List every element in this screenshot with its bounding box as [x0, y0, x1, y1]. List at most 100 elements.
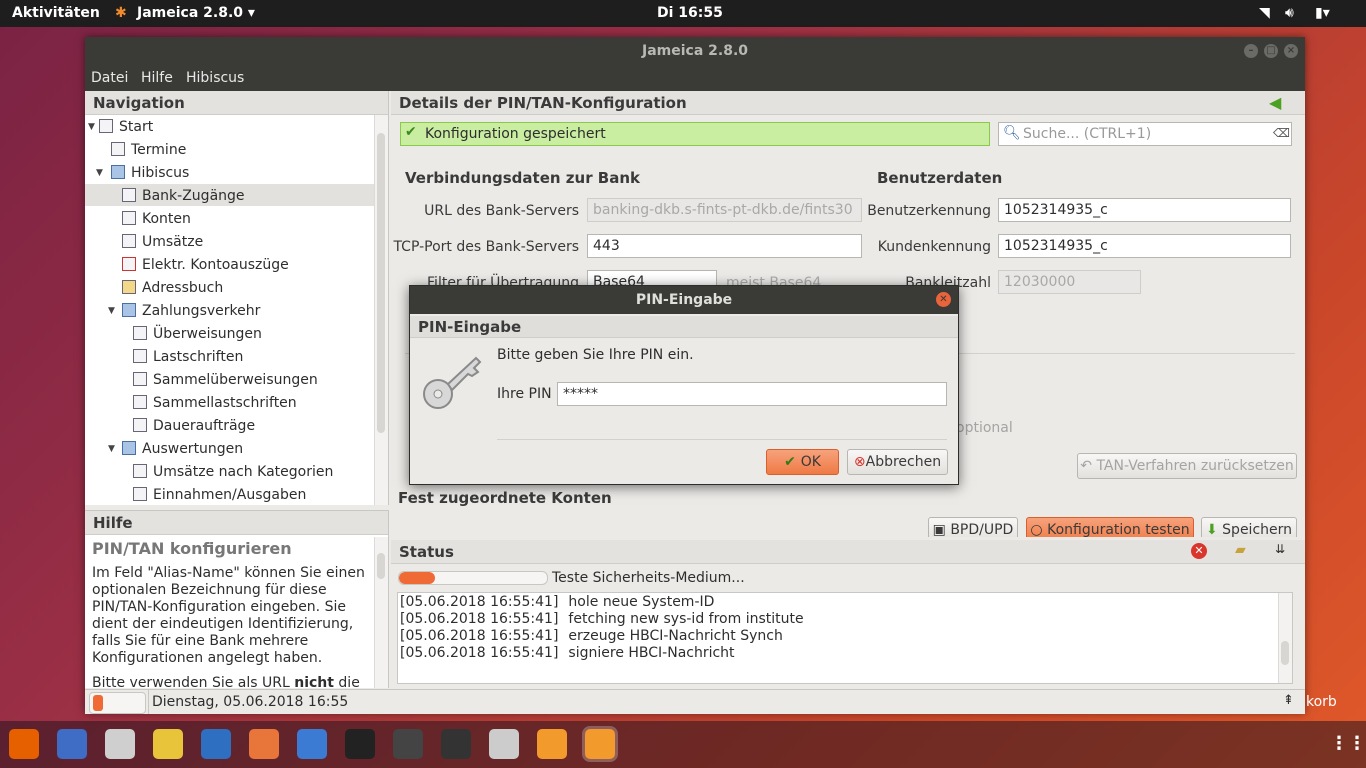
- item-icon: [111, 142, 125, 156]
- nav-item[interactable]: Start: [99, 116, 153, 138]
- user-field[interactable]: 1052314935_c: [998, 198, 1291, 222]
- volume-icon[interactable]: 🔊︎: [1285, 5, 1294, 21]
- nav-item-label: Einnahmen/Ausgaben: [153, 487, 307, 503]
- folder-icon[interactable]: ▰: [1235, 542, 1246, 558]
- progress-fill: [399, 572, 435, 584]
- nav-item[interactable]: Sammellastschriften: [133, 392, 297, 414]
- software-center-icon[interactable]: [249, 729, 279, 759]
- expand-log-icon[interactable]: ⇞: [1283, 693, 1294, 708]
- back-arrow-icon[interactable]: ◀: [1269, 93, 1281, 112]
- tree-expander-icon[interactable]: ▼: [88, 122, 95, 132]
- customer-label: Kundenkennung: [877, 239, 991, 255]
- settings-icon[interactable]: [393, 729, 423, 759]
- amazon-icon[interactable]: [345, 729, 375, 759]
- nav-item[interactable]: Sammelüberweisungen: [133, 369, 318, 391]
- show-apps-icon[interactable]: ⋮⋮⋮: [1330, 733, 1366, 754]
- cancel-icon: ⊗: [853, 454, 866, 470]
- folder-icon: [122, 303, 136, 317]
- accounts-section-title: Fest zugeordnete Konten: [398, 489, 612, 507]
- navigation-scrollbar[interactable]: [374, 115, 388, 505]
- files-icon[interactable]: [105, 729, 135, 759]
- help-header: Hilfe: [85, 511, 388, 535]
- tan-reset-button[interactable]: ↶ TAN-Verfahren zurücksetzen: [1077, 453, 1297, 479]
- item-icon: [133, 464, 147, 478]
- log-time: [05.06.2018 16:55:41]: [400, 645, 559, 661]
- jameica-icon[interactable]: [537, 729, 567, 759]
- dialog-message: Bitte geben Sie Ihre PIN ein.: [497, 347, 694, 363]
- tree-expander-icon[interactable]: ▼: [108, 444, 115, 454]
- user-label: Benutzerkennung: [867, 203, 991, 219]
- activities-button[interactable]: Aktivitäten: [12, 5, 100, 21]
- tree-expander-icon[interactable]: ▼: [108, 306, 115, 316]
- jameica-active-icon[interactable]: [582, 726, 618, 762]
- magnifier-icon: ○: [1030, 522, 1048, 537]
- help-scrollbar[interactable]: [374, 537, 388, 688]
- progress-bar: [398, 571, 548, 585]
- dialog-titlebar[interactable]: PIN-Eingabe ✕: [410, 286, 958, 314]
- nav-item-label: Start: [119, 119, 154, 135]
- log-area[interactable]: [05.06.2018 16:55:41] hole neue System-ID…: [397, 592, 1293, 684]
- screenshot-icon[interactable]: [489, 729, 519, 759]
- window-titlebar[interactable]: Jameica 2.8.0 – □ ×: [85, 37, 1305, 67]
- pin-input[interactable]: *****: [557, 382, 947, 406]
- log-scrollbar[interactable]: [1278, 593, 1292, 683]
- minimize-icon[interactable]: –: [1244, 44, 1258, 58]
- nav-item-label: Bank-Zugänge: [142, 188, 245, 204]
- nav-item[interactable]: Termine: [111, 139, 186, 161]
- search-input[interactable]: 🔍︎ Suche... (CTRL+1) ⌫: [998, 122, 1292, 146]
- item-icon: [122, 234, 136, 248]
- cancel-button[interactable]: ⊗Abbrechen: [847, 449, 948, 475]
- tree-expander-icon[interactable]: ▼: [96, 168, 103, 178]
- nav-item[interactable]: Lastschriften: [133, 346, 243, 368]
- help-icon[interactable]: [297, 729, 327, 759]
- battery-icon[interactable]: ▮▾: [1315, 5, 1330, 21]
- customer-field[interactable]: 1052314935_c: [998, 234, 1291, 258]
- help-panel: Hilfe PIN/TAN konfigurieren Im Feld "Ali…: [85, 510, 389, 688]
- menu-datei[interactable]: Datei: [91, 70, 128, 86]
- nav-item[interactable]: Umsätze nach Kategorien: [133, 461, 333, 483]
- cancel-task-icon[interactable]: ✕: [1191, 543, 1207, 559]
- app-menu-icon: ✱: [115, 5, 127, 21]
- bpd-upd-button[interactable]: ▣ BPD/UPD: [928, 517, 1018, 537]
- nav-item[interactable]: Zahlungsverkehr: [122, 300, 260, 322]
- nav-item[interactable]: Elektr. Kontoauszüge: [122, 254, 289, 276]
- menu-hibiscus[interactable]: Hibiscus: [186, 70, 244, 86]
- terminal-icon[interactable]: [441, 729, 471, 759]
- dock: [0, 721, 1366, 768]
- ok-button[interactable]: ✔ OK: [766, 449, 839, 475]
- log-time: [05.06.2018 16:55:41]: [400, 594, 559, 610]
- help-text: Im Feld "Alias-Name" können Sie einen op…: [92, 565, 365, 666]
- url-field[interactable]: banking-dkb.s-fints-pt-dkb.de/fints30: [587, 198, 862, 222]
- statusbar-datetime: Dienstag, 05.06.2018 16:55: [152, 694, 349, 710]
- wifi-icon[interactable]: ◥: [1259, 5, 1270, 21]
- dialog-close-icon[interactable]: ✕: [936, 292, 951, 307]
- clear-search-icon[interactable]: ⌫: [1273, 126, 1290, 140]
- nav-item[interactable]: Adressbuch: [122, 277, 223, 299]
- writer-icon[interactable]: [201, 729, 231, 759]
- save-button[interactable]: ⬇ Speichern: [1201, 517, 1297, 537]
- nav-item[interactable]: Einnahmen/Ausgaben: [133, 484, 306, 506]
- log-row: [05.06.2018 16:55:41] signiere HBCI-Nachr…: [400, 645, 735, 661]
- thunderbird-icon[interactable]: [57, 729, 87, 759]
- app-menu-button[interactable]: Jameica 2.8.0 ▾: [137, 5, 255, 21]
- blz-field[interactable]: 12030000: [998, 270, 1141, 294]
- nav-item[interactable]: Daueraufträge: [133, 415, 255, 437]
- nav-item[interactable]: Umsätze: [122, 231, 203, 253]
- test-config-button[interactable]: ○ Konfiguration testen: [1026, 517, 1194, 537]
- nav-item[interactable]: Konten: [122, 208, 191, 230]
- trash-label[interactable]: korb: [1306, 694, 1337, 710]
- menu-hilfe[interactable]: Hilfe: [141, 70, 173, 86]
- rhythmbox-icon[interactable]: [153, 729, 183, 759]
- nav-item[interactable]: Hibiscus: [111, 162, 189, 184]
- firefox-icon[interactable]: [9, 729, 39, 759]
- log-row: [05.06.2018 16:55:41] erzeuge HBCI-Nachri…: [400, 628, 783, 644]
- nav-item[interactable]: Überweisungen: [133, 323, 262, 345]
- close-icon[interactable]: ×: [1284, 44, 1298, 58]
- collapse-icon[interactable]: ⇊: [1275, 542, 1285, 556]
- nav-item[interactable]: Bank-Zugänge: [122, 185, 245, 207]
- maximize-icon[interactable]: □: [1264, 44, 1278, 58]
- nav-item-label: Daueraufträge: [153, 418, 256, 434]
- port-field[interactable]: 443: [587, 234, 862, 258]
- nav-item[interactable]: Auswertungen: [122, 438, 243, 460]
- clock[interactable]: Di 16:55: [657, 5, 723, 21]
